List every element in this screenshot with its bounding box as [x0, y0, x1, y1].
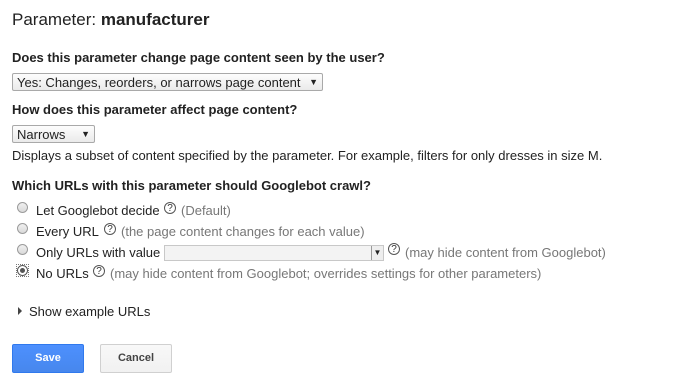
affect-select[interactable]: Narrows ▼ — [12, 125, 95, 143]
option-label: Only URLs with value — [36, 245, 161, 260]
option-label: Let Googlebot decide — [36, 203, 160, 218]
show-example-urls-label: Show example URLs — [29, 304, 151, 319]
dropdown-arrow-icon: ▼ — [81, 129, 90, 139]
crawl-question-label: Which URLs with this parameter should Go… — [12, 178, 371, 193]
help-icon[interactable]: ? — [104, 223, 116, 235]
option-label: No URLs — [36, 266, 89, 281]
radio-only-urls-with-value[interactable] — [17, 244, 28, 255]
radio-every-url[interactable] — [17, 223, 28, 234]
help-icon[interactable]: ? — [164, 202, 176, 214]
content-change-select[interactable]: Yes: Changes, reorders, or narrows page … — [12, 73, 323, 91]
value-select[interactable]: ▼ — [164, 245, 384, 261]
affect-selected: Narrows — [17, 127, 66, 142]
question-change-label: Does this parameter change page content … — [12, 50, 385, 65]
option-hint: (Default) — [181, 203, 231, 218]
save-button[interactable]: Save — [12, 344, 84, 373]
radio-let-googlebot-decide[interactable] — [17, 202, 28, 213]
question-affect-label: How does this parameter affect page cont… — [12, 102, 298, 117]
dropdown-arrow-icon: ▼ — [371, 246, 383, 260]
page-title: Parameter: manufacturer — [12, 10, 209, 30]
title-prefix: Parameter: — [12, 10, 97, 29]
affect-description: Displays a subset of content specified b… — [12, 148, 603, 163]
option-label: Every URL — [36, 224, 99, 239]
cancel-button[interactable]: Cancel — [100, 344, 172, 373]
content-change-selected: Yes: Changes, reorders, or narrows page … — [17, 75, 301, 90]
option-hint: (may hide content from Googlebot) — [405, 245, 606, 260]
radio-no-urls[interactable] — [17, 265, 28, 276]
parameter-name: manufacturer — [100, 10, 210, 29]
dropdown-arrow-icon: ▼ — [309, 77, 318, 87]
help-icon[interactable]: ? — [93, 265, 105, 277]
help-icon[interactable]: ? — [388, 243, 400, 255]
option-hint: (may hide content from Googlebot; overri… — [110, 266, 542, 281]
option-hint: (the page content changes for each value… — [121, 224, 365, 239]
show-example-urls-toggle[interactable]: Show example URLs — [18, 304, 150, 319]
expand-triangle-icon — [18, 307, 22, 315]
